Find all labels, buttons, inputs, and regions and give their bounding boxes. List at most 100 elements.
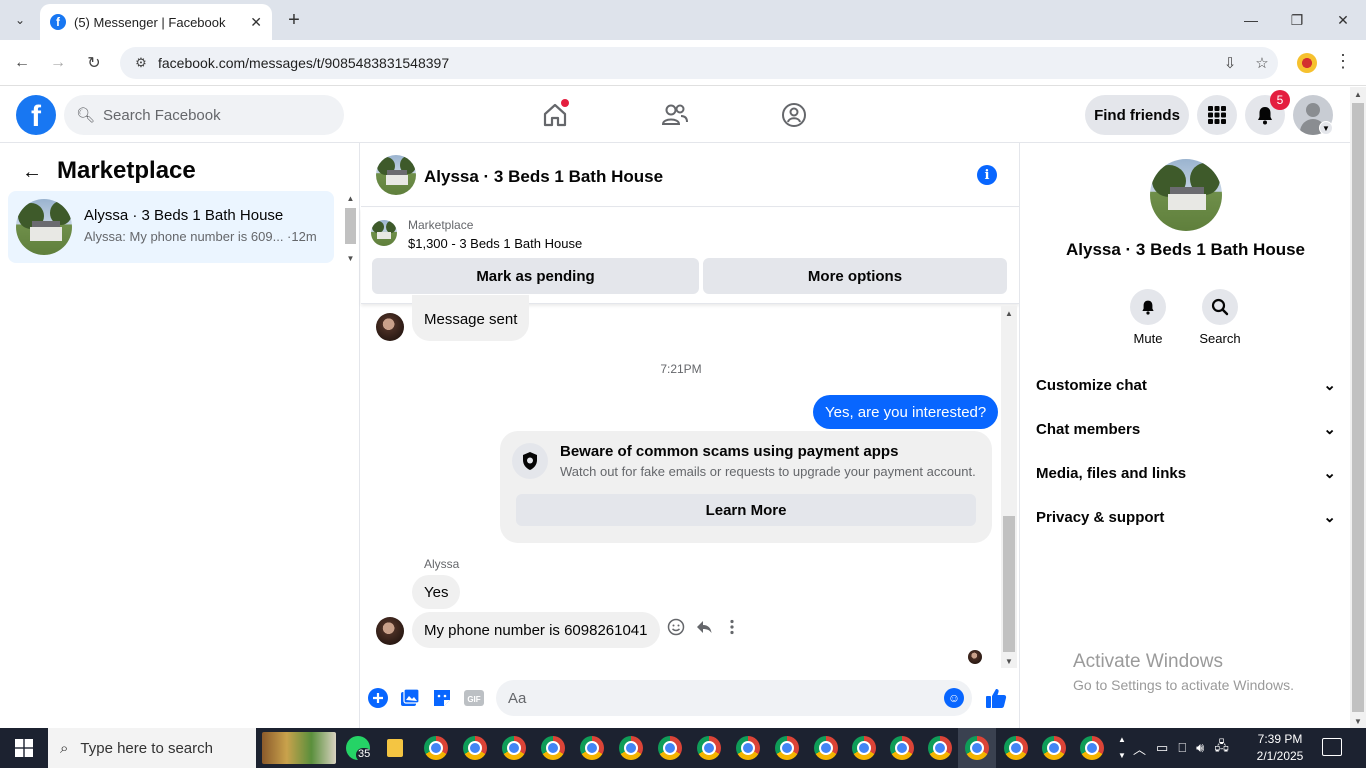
scroll-up-arrow-icon[interactable]: ▲ — [1350, 87, 1366, 101]
chrome-icon[interactable] — [658, 736, 682, 760]
scroll-up-arrow-icon[interactable]: ▲ — [1001, 306, 1017, 320]
chevron-down-icon: ⌄ — [1323, 465, 1336, 482]
battery-icon[interactable]: ▭ — [1156, 740, 1168, 756]
tab-search-chevron-icon[interactable]: ⌄ — [8, 8, 32, 32]
chrome-icon[interactable] — [928, 736, 952, 760]
account-chevron-down-icon[interactable]: ▼ — [1319, 121, 1333, 135]
info-icon[interactable]: i — [977, 165, 997, 185]
chrome-icon[interactable] — [502, 736, 526, 760]
chrome-icon[interactable] — [1042, 736, 1066, 760]
address-bar[interactable]: ⚙ facebook.com/messages/t/90854838315483… — [120, 47, 1278, 79]
search-in-conversation-button[interactable]: Search — [1190, 289, 1250, 346]
chrome-icon[interactable] — [775, 736, 799, 760]
emoji-icon[interactable]: ☺ — [944, 688, 964, 708]
find-friends-button[interactable]: Find friends — [1085, 95, 1189, 135]
message-input-container[interactable]: ☺ — [496, 680, 972, 716]
chat-list-scroll-thumb[interactable] — [345, 208, 356, 244]
back-icon[interactable]: ← — [10, 51, 34, 75]
restore-icon[interactable]: ❐ — [1274, 0, 1320, 40]
url-text[interactable]: facebook.com/messages/t/9085483831548397 — [158, 55, 1214, 71]
chat-header-thumbnail[interactable] — [376, 155, 416, 195]
conversation-item[interactable]: Alyssa · 3 Beds 1 Bath House Alyssa: My … — [8, 191, 334, 263]
taskbar-scroll-arrows-icon[interactable]: ▲ ▼ — [1116, 732, 1128, 764]
scroll-down-arrow-icon[interactable]: ▼ — [343, 252, 358, 264]
chrome-icon-active[interactable] — [965, 736, 989, 760]
minimize-icon[interactable]: — — [1228, 0, 1274, 40]
site-info-icon[interactable]: ⚙ — [126, 55, 156, 71]
start-button[interactable] — [0, 728, 48, 768]
tab-close-icon[interactable]: ✕ — [250, 14, 262, 31]
react-emoji-icon[interactable] — [667, 618, 685, 636]
nav-home[interactable] — [539, 99, 571, 131]
browser-tab[interactable]: f (5) Messenger | Facebook ✕ — [40, 4, 272, 40]
chat-list-scrollbar[interactable]: ▲ ▼ — [343, 192, 358, 264]
plus-icon[interactable] — [367, 687, 389, 709]
conversation-title[interactable]: Alyssa · 3 Beds 1 Bath House — [424, 167, 663, 187]
privacy-support-section[interactable]: Privacy & support ⌄ — [1036, 497, 1336, 537]
taskbar-search[interactable]: ⌕ Type here to search — [48, 728, 256, 768]
contact-avatar[interactable] — [376, 617, 404, 645]
show-hidden-icons-icon[interactable]: ︿ — [1133, 739, 1146, 758]
reply-icon[interactable] — [695, 618, 713, 636]
messages-scrollbar[interactable]: ▲ ▼ — [1001, 306, 1017, 668]
listing-price[interactable]: $1,300 - 3 Beds 1 Bath House — [408, 236, 582, 251]
thumbs-up-icon[interactable] — [985, 687, 1007, 709]
message-input[interactable] — [508, 689, 928, 707]
install-app-icon[interactable]: ⇩ — [1214, 54, 1246, 72]
gif-icon[interactable]: GIF — [463, 687, 485, 709]
customize-chat-section[interactable]: Customize chat ⌄ — [1036, 365, 1336, 405]
volume-icon[interactable]: 🔊︎ — [1196, 740, 1204, 756]
messages-scroll-thumb[interactable] — [1003, 516, 1015, 652]
chrome-icon[interactable] — [1080, 736, 1104, 760]
chat-members-section[interactable]: Chat members ⌄ — [1036, 409, 1336, 449]
network-icon[interactable]: 🖧 — [1214, 737, 1229, 759]
chrome-icon[interactable] — [852, 736, 876, 760]
scroll-up-arrow-icon[interactable]: ▲ — [343, 192, 358, 204]
scroll-down-arrow-icon[interactable]: ▼ — [1001, 654, 1017, 668]
facebook-search-input[interactable] — [103, 106, 324, 124]
close-window-icon[interactable]: ✕ — [1320, 0, 1366, 40]
chrome-icon[interactable] — [1004, 736, 1028, 760]
photo-icon[interactable] — [399, 687, 421, 709]
chrome-icon[interactable] — [814, 736, 838, 760]
bookmark-star-icon[interactable]: ☆ — [1246, 54, 1278, 72]
media-files-links-section[interactable]: Media, files and links ⌄ — [1036, 453, 1336, 493]
system-clock[interactable]: 7:39 PM 2/1/2025 — [1250, 731, 1310, 765]
chrome-icon[interactable] — [541, 736, 565, 760]
listing-small-thumbnail[interactable] — [371, 220, 397, 246]
more-vertical-icon[interactable] — [723, 618, 741, 636]
chrome-icon[interactable] — [697, 736, 721, 760]
scroll-down-arrow-icon[interactable]: ▼ — [1350, 714, 1366, 728]
mute-button[interactable]: Mute — [1118, 289, 1178, 346]
file-explorer-icon[interactable] — [387, 739, 403, 757]
chrome-icon[interactable] — [890, 736, 914, 760]
details-thumbnail[interactable] — [1150, 159, 1222, 231]
chrome-icon[interactable] — [736, 736, 760, 760]
forward-icon[interactable]: → — [46, 51, 70, 75]
chrome-icon[interactable] — [463, 736, 487, 760]
nav-friends[interactable] — [659, 99, 691, 131]
nav-groups[interactable] — [778, 99, 810, 131]
reload-icon[interactable]: ↻ — [82, 51, 106, 75]
learn-more-button[interactable]: Learn More — [516, 494, 976, 526]
back-arrow-icon[interactable]: ← — [22, 161, 42, 184]
meet-now-icon[interactable]: ⎕ — [1178, 740, 1186, 756]
facebook-logo-icon[interactable]: f — [16, 95, 56, 135]
menu-button[interactable] — [1197, 95, 1237, 135]
new-tab-icon[interactable]: + — [282, 8, 306, 32]
chrome-icon[interactable] — [580, 736, 604, 760]
news-widget-icon[interactable] — [262, 732, 336, 764]
contact-avatar[interactable] — [376, 313, 404, 341]
mark-as-pending-button[interactable]: Mark as pending — [372, 258, 699, 294]
chrome-icon[interactable] — [424, 736, 448, 760]
taskbar-search-placeholder: Type here to search — [80, 739, 213, 757]
page-scroll-thumb[interactable] — [1352, 103, 1364, 712]
extension-icon[interactable] — [1297, 53, 1317, 73]
facebook-search[interactable]: 🔍︎ — [64, 95, 344, 135]
notification-center-icon[interactable] — [1322, 738, 1342, 756]
page-scrollbar[interactable]: ▲ ▼ — [1350, 87, 1366, 728]
chrome-icon[interactable] — [619, 736, 643, 760]
more-options-button[interactable]: More options — [703, 258, 1007, 294]
browser-menu-icon[interactable]: ⋮ — [1334, 51, 1352, 72]
sticker-icon[interactable] — [431, 687, 453, 709]
